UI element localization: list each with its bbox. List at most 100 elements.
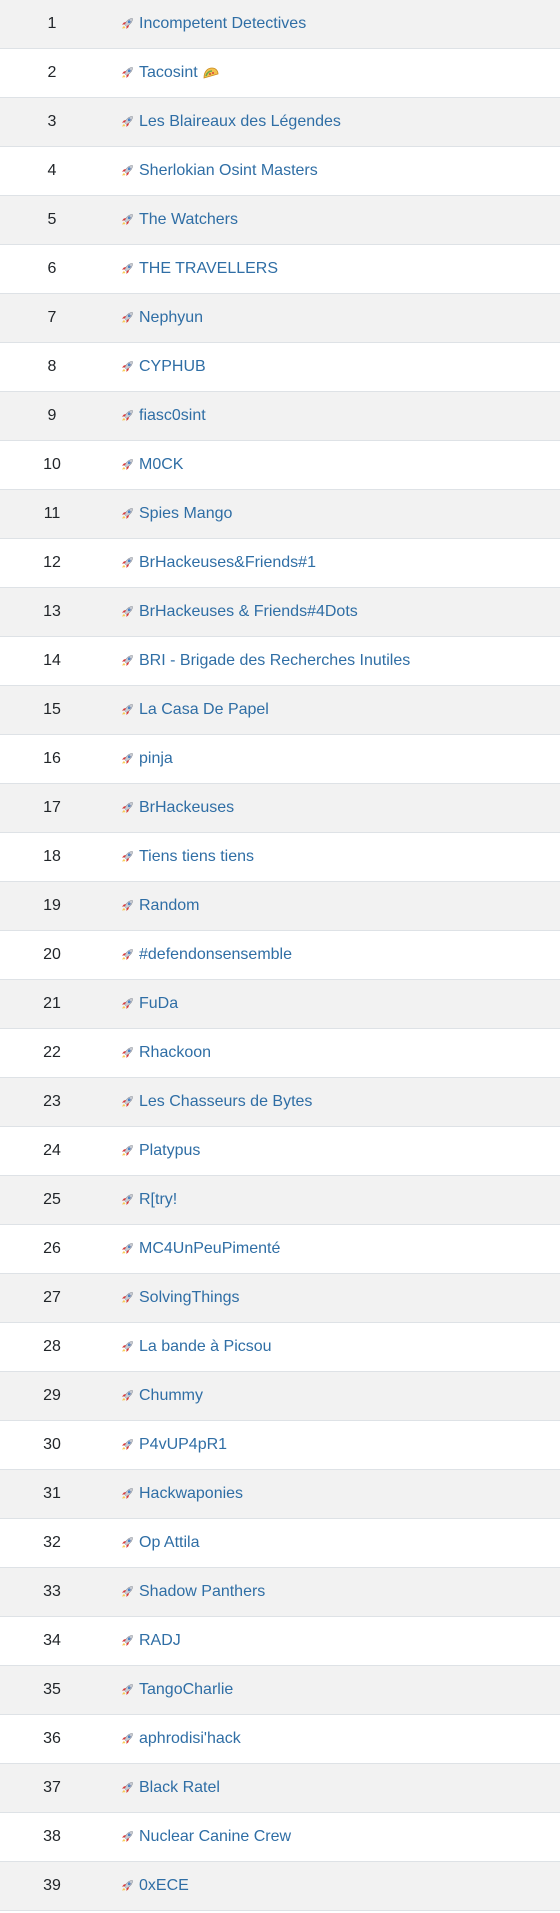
rank-cell: 10: [43, 456, 61, 473]
team-cell: 0xECE: [104, 1877, 189, 1895]
team-link[interactable]: aphrodisi'hack: [139, 1730, 241, 1748]
rocket-icon: [119, 996, 135, 1012]
table-row: 26 MC4UnPeuPimenté: [0, 1225, 560, 1274]
team-link[interactable]: fiasc0sint: [139, 407, 206, 425]
team-link[interactable]: CYPHUB: [139, 358, 206, 376]
team-cell: Op Attila: [104, 1534, 199, 1552]
rank-cell: 15: [43, 701, 61, 718]
table-row: 5 The Watchers: [0, 196, 560, 245]
rocket-icon: [119, 1437, 135, 1453]
team-link[interactable]: Incompetent Detectives: [139, 15, 306, 33]
team-cell: Hackwaponies: [104, 1485, 243, 1503]
rocket-icon: [119, 1192, 135, 1208]
rocket-icon: [119, 653, 135, 669]
rank-cell: 9: [47, 407, 57, 424]
team-cell: pinja: [104, 750, 173, 768]
team-cell: BrHackeuses: [104, 799, 234, 817]
team-link[interactable]: La Casa De Papel: [139, 701, 269, 719]
team-link[interactable]: FuDa: [139, 995, 178, 1013]
team-cell: Tacosint: [104, 64, 220, 82]
team-link[interactable]: Sherlokian Osint Masters: [139, 162, 318, 180]
rank-cell: 5: [47, 211, 57, 228]
rank-cell: 13: [43, 603, 61, 620]
rank-cell: 24: [43, 1142, 61, 1159]
team-link[interactable]: La bande à Picsou: [139, 1338, 272, 1356]
rank-cell: 3: [47, 113, 57, 130]
rocket-icon: [119, 604, 135, 620]
team-link[interactable]: pinja: [139, 750, 173, 768]
table-row: 22 Rhackoon: [0, 1029, 560, 1078]
rocket-icon: [119, 751, 135, 767]
rank-cell: 27: [43, 1289, 61, 1306]
rocket-icon: [119, 1388, 135, 1404]
team-link[interactable]: The Watchers: [139, 211, 238, 229]
rocket-icon: [119, 65, 135, 81]
team-link[interactable]: Shadow Panthers: [139, 1583, 265, 1601]
team-link[interactable]: Spies Mango: [139, 505, 232, 523]
rocket-icon: [119, 1731, 135, 1747]
team-link[interactable]: 0xECE: [139, 1877, 189, 1895]
rocket-icon: [119, 1241, 135, 1257]
rocket-icon: [119, 1486, 135, 1502]
table-row: 25 R[try!: [0, 1176, 560, 1225]
team-link[interactable]: SolvingThings: [139, 1289, 240, 1307]
team-link[interactable]: Platypus: [139, 1142, 200, 1160]
rank-cell: 21: [43, 995, 61, 1012]
team-link[interactable]: THE TRAVELLERS: [139, 260, 278, 278]
rank-cell: 14: [43, 652, 61, 669]
team-link[interactable]: BrHackeuses&Friends#1: [139, 554, 316, 572]
table-row: 23 Les Chasseurs de Bytes: [0, 1078, 560, 1127]
team-link[interactable]: R[try!: [139, 1191, 177, 1209]
team-link[interactable]: M0CK: [139, 456, 183, 474]
team-link[interactable]: RADJ: [139, 1632, 181, 1650]
table-row: 6 THE TRAVELLERS: [0, 245, 560, 294]
table-row: 3 Les Blaireaux des Légendes: [0, 98, 560, 147]
team-link[interactable]: BrHackeuses: [139, 799, 234, 817]
rank-cell: 16: [43, 750, 61, 767]
rank-cell: 22: [43, 1044, 61, 1061]
rocket-icon: [119, 1143, 135, 1159]
team-link[interactable]: Tacosint: [139, 64, 198, 82]
team-link[interactable]: Nuclear Canine Crew: [139, 1828, 291, 1846]
team-link[interactable]: #defendonsensemble: [139, 946, 292, 964]
rank-cell: 35: [43, 1681, 61, 1698]
team-link[interactable]: Les Blaireaux des Légendes: [139, 113, 341, 131]
team-link[interactable]: Rhackoon: [139, 1044, 211, 1062]
rank-cell: 39: [43, 1877, 61, 1894]
rank-cell: 20: [43, 946, 61, 963]
team-link[interactable]: BrHackeuses & Friends#4Dots: [139, 603, 358, 621]
rocket-icon: [119, 555, 135, 571]
rank-cell: 31: [43, 1485, 61, 1502]
rank-cell: 23: [43, 1093, 61, 1110]
team-cell: THE TRAVELLERS: [104, 260, 278, 278]
team-link[interactable]: MC4UnPeuPimenté: [139, 1240, 280, 1258]
team-cell: SolvingThings: [104, 1289, 240, 1307]
table-row: 10 M0CK: [0, 441, 560, 490]
team-link[interactable]: Black Ratel: [139, 1779, 220, 1797]
team-cell: Rhackoon: [104, 1044, 211, 1062]
rank-cell: 37: [43, 1779, 61, 1796]
rocket-icon: [119, 114, 135, 130]
team-cell: M0CK: [104, 456, 183, 474]
team-cell: Nuclear Canine Crew: [104, 1828, 291, 1846]
rank-cell: 19: [43, 897, 61, 914]
team-link[interactable]: BRI - Brigade des Recherches Inutiles: [139, 652, 410, 670]
rank-cell: 33: [43, 1583, 61, 1600]
table-row: 2 Tacosint: [0, 49, 560, 98]
team-link[interactable]: Tiens tiens tiens: [139, 848, 254, 866]
team-link[interactable]: Les Chasseurs de Bytes: [139, 1093, 312, 1111]
team-link[interactable]: Nephyun: [139, 309, 203, 327]
team-cell: FuDa: [104, 995, 178, 1013]
table-row: 18 Tiens tiens tiens: [0, 833, 560, 882]
team-link[interactable]: Op Attila: [139, 1534, 199, 1552]
rank-cell: 2: [47, 64, 57, 81]
team-link[interactable]: P4vUP4pR1: [139, 1436, 227, 1454]
rank-cell: 11: [43, 505, 61, 522]
team-link[interactable]: Random: [139, 897, 199, 915]
rank-cell: 25: [43, 1191, 61, 1208]
rocket-icon: [119, 506, 135, 522]
rocket-icon: [119, 163, 135, 179]
team-link[interactable]: TangoCharlie: [139, 1681, 233, 1699]
team-link[interactable]: Hackwaponies: [139, 1485, 243, 1503]
team-link[interactable]: Chummy: [139, 1387, 203, 1405]
